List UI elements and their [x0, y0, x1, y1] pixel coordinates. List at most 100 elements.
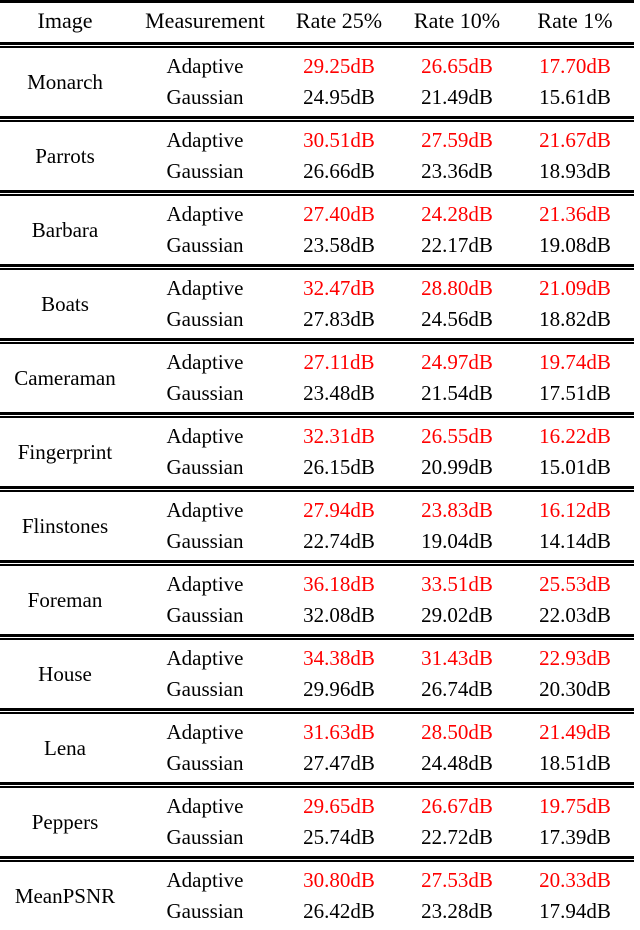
cell-rate-25: 27.94dB 22.74dB: [280, 492, 398, 560]
value-gaussian-rate-10: 21.54dB: [421, 381, 493, 405]
cell-measurement-labels: Adaptive Gaussian: [130, 196, 280, 264]
cell-measurement-labels: Adaptive Gaussian: [130, 122, 280, 190]
value-gaussian-rate-25: 27.47dB: [303, 751, 375, 775]
value-gaussian-rate-25: 27.83dB: [303, 307, 375, 331]
value-adaptive-rate-25: 30.51dB: [303, 128, 375, 152]
label-adaptive: Adaptive: [166, 54, 244, 78]
table-header: Image Measurement Rate 25% Rate 10% Rate…: [0, 0, 634, 48]
table-row: Boats Adaptive Gaussian 32.47dB 27.83dB 28.80…: [0, 270, 634, 338]
value-adaptive-rate-10: 31.43dB: [421, 646, 493, 670]
cell-measurement-labels: Adaptive Gaussian: [130, 640, 280, 708]
value-gaussian-rate-1: 19.08dB: [539, 233, 611, 257]
value-gaussian-rate-1: 18.51dB: [539, 751, 611, 775]
table-row: Parrots Adaptive Gaussian 30.51dB 26.66dB 27.…: [0, 122, 634, 190]
label-adaptive: Adaptive: [166, 424, 244, 448]
value-gaussian-rate-1: 22.03dB: [539, 603, 611, 627]
value-adaptive-rate-10: 26.55dB: [421, 424, 493, 448]
cell-measurement-labels: Adaptive Gaussian: [130, 788, 280, 856]
cell-rate-25: 31.63dB 27.47dB: [280, 714, 398, 782]
value-adaptive-rate-25: 34.38dB: [303, 646, 375, 670]
table-row: MeanPSNR Adaptive Gaussian 30.80dB 26.42dB 27…: [0, 862, 634, 930]
cell-rate-25: 29.65dB 25.74dB: [280, 788, 398, 856]
label-adaptive: Adaptive: [166, 350, 244, 374]
column-header-image: Image: [37, 8, 93, 33]
cell-image-name: Fingerprint: [17, 439, 113, 464]
cell-image-name: MeanPSNR: [14, 883, 116, 908]
column-header-rate-25: Rate 25%: [295, 8, 383, 33]
table-row: House Adaptive Gaussian 34.38dB 29.96dB 31.43…: [0, 640, 634, 708]
value-gaussian-rate-25: 26.42dB: [303, 899, 375, 923]
column-header-measurement: Measurement: [145, 8, 265, 33]
cell-rate-25: 30.80dB 26.42dB: [280, 862, 398, 930]
value-gaussian-rate-1: 18.82dB: [539, 307, 611, 331]
cell-measurement-labels: Adaptive Gaussian: [130, 714, 280, 782]
label-adaptive: Adaptive: [166, 202, 244, 226]
value-gaussian-rate-10: 29.02dB: [421, 603, 493, 627]
label-gaussian: Gaussian: [166, 455, 244, 479]
label-adaptive: Adaptive: [166, 720, 244, 744]
cell-rate-25: 30.51dB 26.66dB: [280, 122, 398, 190]
value-gaussian-rate-25: 32.08dB: [303, 603, 375, 627]
cell-rate-10: 33.51dB 29.02dB: [398, 566, 516, 634]
label-adaptive: Adaptive: [166, 868, 244, 892]
value-gaussian-rate-10: 19.04dB: [421, 529, 493, 553]
value-gaussian-rate-25: 26.15dB: [303, 455, 375, 479]
cell-rate-1: 21.09dB 18.82dB: [516, 270, 634, 338]
cell-rate-25: 32.47dB 27.83dB: [280, 270, 398, 338]
value-gaussian-rate-1: 17.94dB: [539, 899, 611, 923]
cell-rate-1: 21.67dB 18.93dB: [516, 122, 634, 190]
label-adaptive: Adaptive: [166, 572, 244, 596]
value-gaussian-rate-1: 15.61dB: [539, 85, 611, 109]
cell-image-name: Barbara: [31, 217, 99, 242]
value-adaptive-rate-10: 24.97dB: [421, 350, 493, 374]
label-gaussian: Gaussian: [166, 603, 244, 627]
cell-image-name: Flinstones: [21, 513, 109, 538]
table-body: Monarch Adaptive Gaussian 29.25dB 24.95dB 26.…: [0, 48, 634, 930]
cell-measurement-labels: Adaptive Gaussian: [130, 566, 280, 634]
label-gaussian: Gaussian: [166, 159, 244, 183]
label-adaptive: Adaptive: [166, 794, 244, 818]
cell-image-name: Monarch: [27, 69, 103, 94]
value-adaptive-rate-1: 22.93dB: [539, 646, 611, 670]
label-gaussian: Gaussian: [166, 529, 244, 553]
value-adaptive-rate-25: 27.11dB: [303, 350, 375, 374]
value-gaussian-rate-25: 29.96dB: [303, 677, 375, 701]
cell-rate-10: 26.67dB 22.72dB: [398, 788, 516, 856]
cell-rate-25: 34.38dB 29.96dB: [280, 640, 398, 708]
value-adaptive-rate-10: 26.67dB: [421, 794, 493, 818]
value-gaussian-rate-25: 23.48dB: [303, 381, 375, 405]
value-gaussian-rate-1: 17.39dB: [539, 825, 611, 849]
value-gaussian-rate-10: 23.28dB: [421, 899, 493, 923]
cell-rate-1: 21.36dB 19.08dB: [516, 196, 634, 264]
value-adaptive-rate-1: 21.49dB: [539, 720, 611, 744]
cell-measurement-labels: Adaptive Gaussian: [130, 270, 280, 338]
table-row: Fingerprint Adaptive Gaussian 32.31dB 26.15d…: [0, 418, 634, 486]
value-adaptive-rate-25: 32.31dB: [303, 424, 375, 448]
value-adaptive-rate-1: 16.22dB: [539, 424, 611, 448]
cell-rate-1: 19.75dB 17.39dB: [516, 788, 634, 856]
value-gaussian-rate-25: 25.74dB: [303, 825, 375, 849]
cell-rate-25: 32.31dB 26.15dB: [280, 418, 398, 486]
label-gaussian: Gaussian: [166, 751, 244, 775]
value-gaussian-rate-1: 15.01dB: [539, 455, 611, 479]
cell-measurement-labels: Adaptive Gaussian: [130, 492, 280, 560]
value-gaussian-rate-10: 21.49dB: [421, 85, 493, 109]
label-adaptive: Adaptive: [166, 276, 244, 300]
value-adaptive-rate-25: 32.47dB: [303, 276, 375, 300]
label-gaussian: Gaussian: [166, 899, 244, 923]
cell-image-name: Boats: [41, 291, 89, 316]
value-gaussian-rate-10: 24.56dB: [421, 307, 493, 331]
value-gaussian-rate-25: 23.58dB: [303, 233, 375, 257]
cell-image-name: Lena: [44, 735, 86, 760]
value-adaptive-rate-1: 21.36dB: [539, 202, 611, 226]
cell-rate-10: 27.53dB 23.28dB: [398, 862, 516, 930]
value-adaptive-rate-25: 30.80dB: [303, 868, 375, 892]
value-gaussian-rate-10: 20.99dB: [421, 455, 493, 479]
value-adaptive-rate-25: 29.65dB: [303, 794, 375, 818]
cell-rate-10: 26.55dB 20.99dB: [398, 418, 516, 486]
cell-rate-1: 20.33dB 17.94dB: [516, 862, 634, 930]
value-adaptive-rate-10: 23.83dB: [421, 498, 493, 522]
value-adaptive-rate-1: 17.70dB: [539, 54, 611, 78]
cell-rate-25: 36.18dB 32.08dB: [280, 566, 398, 634]
header-row: Image Measurement Rate 25% Rate 10% Rate…: [0, 3, 634, 42]
